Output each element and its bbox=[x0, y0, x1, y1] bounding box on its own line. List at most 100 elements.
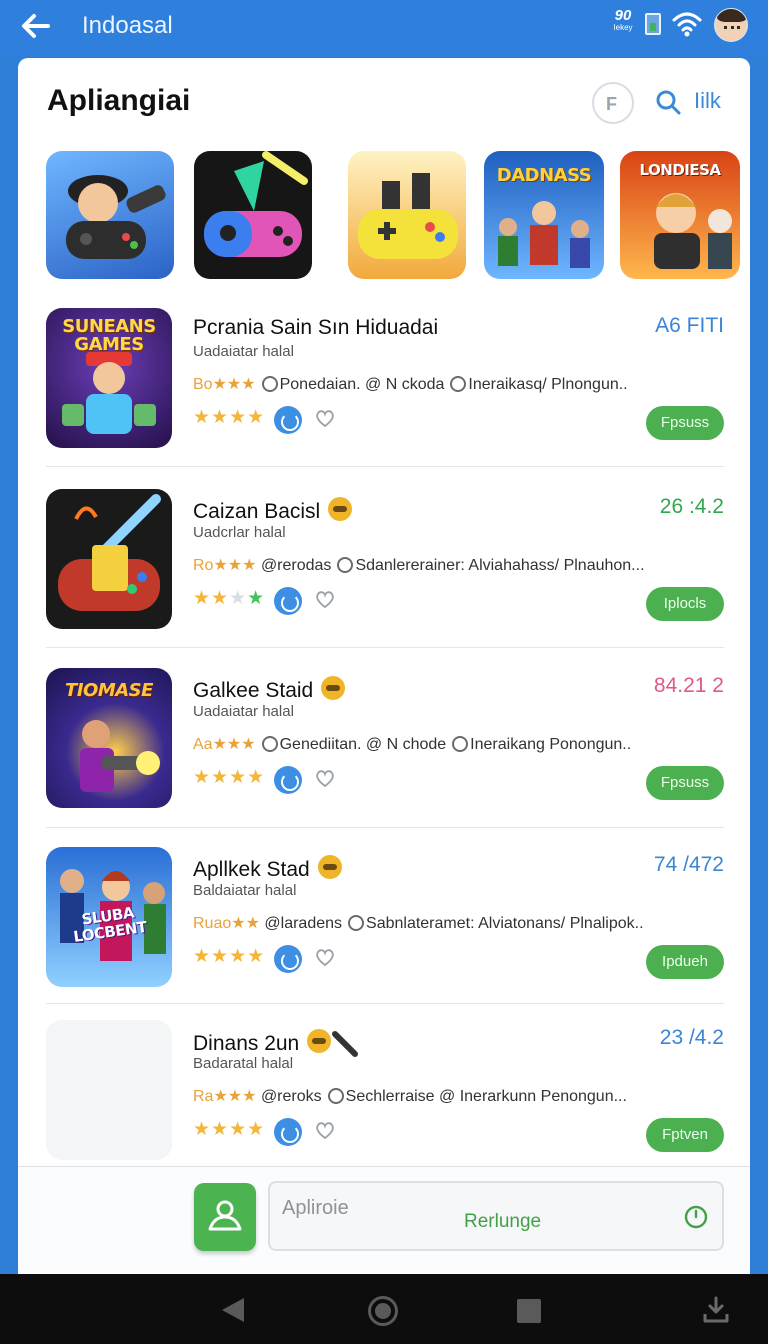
refresh-badge-icon[interactable] bbox=[274, 406, 302, 434]
emoji-icon bbox=[321, 676, 346, 700]
app-meta-text-2: Ineraikang Ponongun.. bbox=[470, 736, 632, 753]
globe-icon bbox=[261, 376, 278, 392]
wifi-icon bbox=[672, 12, 702, 37]
app-list-item[interactable]: SLUBA LOCBENT Apllkek Stad Baldaiatar ha… bbox=[46, 847, 724, 1007]
app-meta-text: Ponedaian. @ N ckoda bbox=[279, 376, 445, 393]
search-input[interactable]: Apliroie Rerlunge bbox=[268, 1181, 724, 1251]
rating-stars: ★★★★ bbox=[193, 1119, 266, 1140]
app-icon bbox=[46, 489, 172, 629]
app-rating-text: Ruao★★ bbox=[193, 915, 260, 932]
rating-stars: ★★★★ bbox=[193, 946, 266, 967]
input-label: Rerlunge bbox=[464, 1211, 542, 1232]
carousel-tile[interactable]: DADNASS bbox=[484, 151, 604, 279]
app-meta-text: @reroks bbox=[260, 1088, 322, 1105]
app-meta: Ra★★★ @reroks Sechlerraise @ Inerarkunn P… bbox=[193, 1086, 627, 1106]
rating-stars: ★★★★ bbox=[193, 767, 266, 788]
refresh-badge-icon[interactable] bbox=[274, 945, 302, 973]
status-indicator: 90 Iekey bbox=[606, 8, 640, 32]
app-list-item[interactable]: Dinans 2un Badaratal halal Ra★★★ @reroks… bbox=[46, 1020, 724, 1180]
people-button[interactable] bbox=[194, 1183, 256, 1251]
emoji-icon bbox=[317, 855, 342, 879]
globe-icon bbox=[348, 915, 365, 931]
globe-icon bbox=[337, 557, 354, 573]
heart-icon[interactable] bbox=[314, 588, 336, 610]
app-list-item[interactable]: Caizan Bacisl Uadcrlar halal Ro★★★ @rero… bbox=[46, 489, 724, 649]
app-rating-text: Aa★★★ bbox=[193, 736, 256, 753]
nav-back-icon[interactable] bbox=[222, 1298, 244, 1322]
app-name: Galkee Staid bbox=[193, 676, 346, 703]
clock-icon[interactable] bbox=[684, 1205, 708, 1229]
app-rating-text: Ra★★★ bbox=[193, 1088, 257, 1105]
wrench-icon bbox=[332, 1031, 359, 1057]
carousel-tile[interactable] bbox=[194, 151, 312, 279]
yellow-controller-art bbox=[358, 173, 458, 259]
heart-icon[interactable] bbox=[314, 767, 336, 789]
header-link[interactable]: Iilk bbox=[694, 88, 721, 114]
app-name: Caizan Bacisl bbox=[193, 497, 353, 524]
carousel-tile[interactable] bbox=[46, 151, 174, 279]
app-icon: SLUBA LOCBENT bbox=[46, 847, 172, 987]
list-divider bbox=[46, 647, 724, 648]
neon-controller-art bbox=[204, 151, 308, 257]
app-name: Apllkek Stad bbox=[193, 855, 342, 882]
bottom-compose-bar: Apliroie Rerlunge bbox=[18, 1166, 750, 1274]
user-avatar[interactable] bbox=[714, 8, 748, 42]
refresh-badge-icon[interactable] bbox=[274, 1118, 302, 1146]
app-meta: Bo★★★ Ponedaian. @ N ckoda Ineraikasq/ Pln… bbox=[193, 374, 628, 394]
app-version: 74 /472 bbox=[653, 853, 724, 876]
app-action-button[interactable]: Fpsuss bbox=[646, 406, 724, 440]
app-subtitle: Badaratal halal bbox=[193, 1055, 294, 1072]
kids-art bbox=[654, 193, 732, 269]
download-icon[interactable] bbox=[700, 1294, 732, 1326]
app-meta: Aa★★★ Genediitan. @ N chode Ineraikang Pon… bbox=[193, 734, 631, 754]
nav-home-icon[interactable] bbox=[368, 1296, 398, 1326]
app-action-button[interactable]: Ipdueh bbox=[646, 945, 724, 979]
sim-card-icon bbox=[645, 13, 661, 35]
input-placeholder: Apliroie bbox=[282, 1197, 349, 1219]
app-meta-text-2: Sechlerraise @ Inerarkunn Penongun... bbox=[345, 1088, 627, 1105]
back-arrow-icon[interactable] bbox=[18, 10, 54, 42]
app-action-button[interactable]: Iplocls bbox=[646, 587, 724, 621]
app-version: 26 :4.2 bbox=[659, 495, 724, 518]
featured-carousel[interactable]: DADNASS LONDIESA bbox=[46, 151, 750, 279]
app-action-button[interactable]: Fpsuss bbox=[646, 766, 724, 800]
people-icon bbox=[208, 1200, 242, 1231]
refresh-badge-icon[interactable] bbox=[274, 587, 302, 615]
carousel-tile[interactable] bbox=[348, 151, 466, 279]
nav-recents-icon[interactable] bbox=[517, 1299, 541, 1323]
globe-icon bbox=[450, 376, 467, 392]
app-version: 84.21 2 bbox=[653, 674, 724, 697]
blade-controller-art bbox=[58, 494, 161, 611]
heart-icon[interactable] bbox=[314, 407, 336, 429]
app-version: 23 /4.2 bbox=[659, 1026, 724, 1049]
app-list-item[interactable]: SUNEANS GAMES Pcrania Sain Sın Hiduadai … bbox=[46, 308, 724, 468]
app-action-button[interactable]: Fptven bbox=[646, 1118, 724, 1152]
controller-boy-art bbox=[66, 175, 166, 259]
app-icon: TIOMASE bbox=[46, 668, 172, 808]
app-meta: Ro★★★ @rerodas Sdanlererainer: Alviahahas… bbox=[193, 555, 645, 575]
app-list-item[interactable]: TIOMASE Galkee Staid Uadaiatar halal Aa★… bbox=[46, 668, 724, 828]
filter-button[interactable]: F bbox=[592, 82, 634, 124]
app-rating-text: Ro★★★ bbox=[193, 557, 257, 574]
app-name: Pcrania Sain Sın Hiduadai bbox=[193, 316, 439, 339]
top-app-bar: Indoasal 90 Iekey bbox=[0, 0, 768, 56]
app-name-text: Caizan Bacisl bbox=[193, 500, 321, 523]
list-divider bbox=[46, 1003, 724, 1004]
heart-icon[interactable] bbox=[314, 1119, 336, 1141]
app-icon-placeholder bbox=[46, 1020, 172, 1160]
status-value: 90 bbox=[614, 7, 632, 24]
rating-stars: ★★★★ bbox=[193, 588, 266, 609]
heart-icon[interactable] bbox=[314, 946, 336, 968]
app-name: Dinans 2un bbox=[193, 1028, 361, 1058]
list-divider bbox=[46, 466, 724, 467]
app-meta-text: @laradens bbox=[264, 915, 343, 932]
globe-icon bbox=[452, 736, 469, 752]
emoji-icon bbox=[328, 497, 353, 521]
refresh-badge-icon[interactable] bbox=[274, 766, 302, 794]
carousel-tile[interactable]: LONDIESA bbox=[620, 151, 740, 279]
rating-stars: ★★★★ bbox=[193, 407, 266, 428]
search-icon[interactable] bbox=[655, 89, 681, 115]
app-subtitle: Baldaiatar halal bbox=[193, 882, 297, 899]
app-name-text: Apllkek Stad bbox=[193, 858, 310, 881]
globe-icon bbox=[327, 1088, 344, 1104]
